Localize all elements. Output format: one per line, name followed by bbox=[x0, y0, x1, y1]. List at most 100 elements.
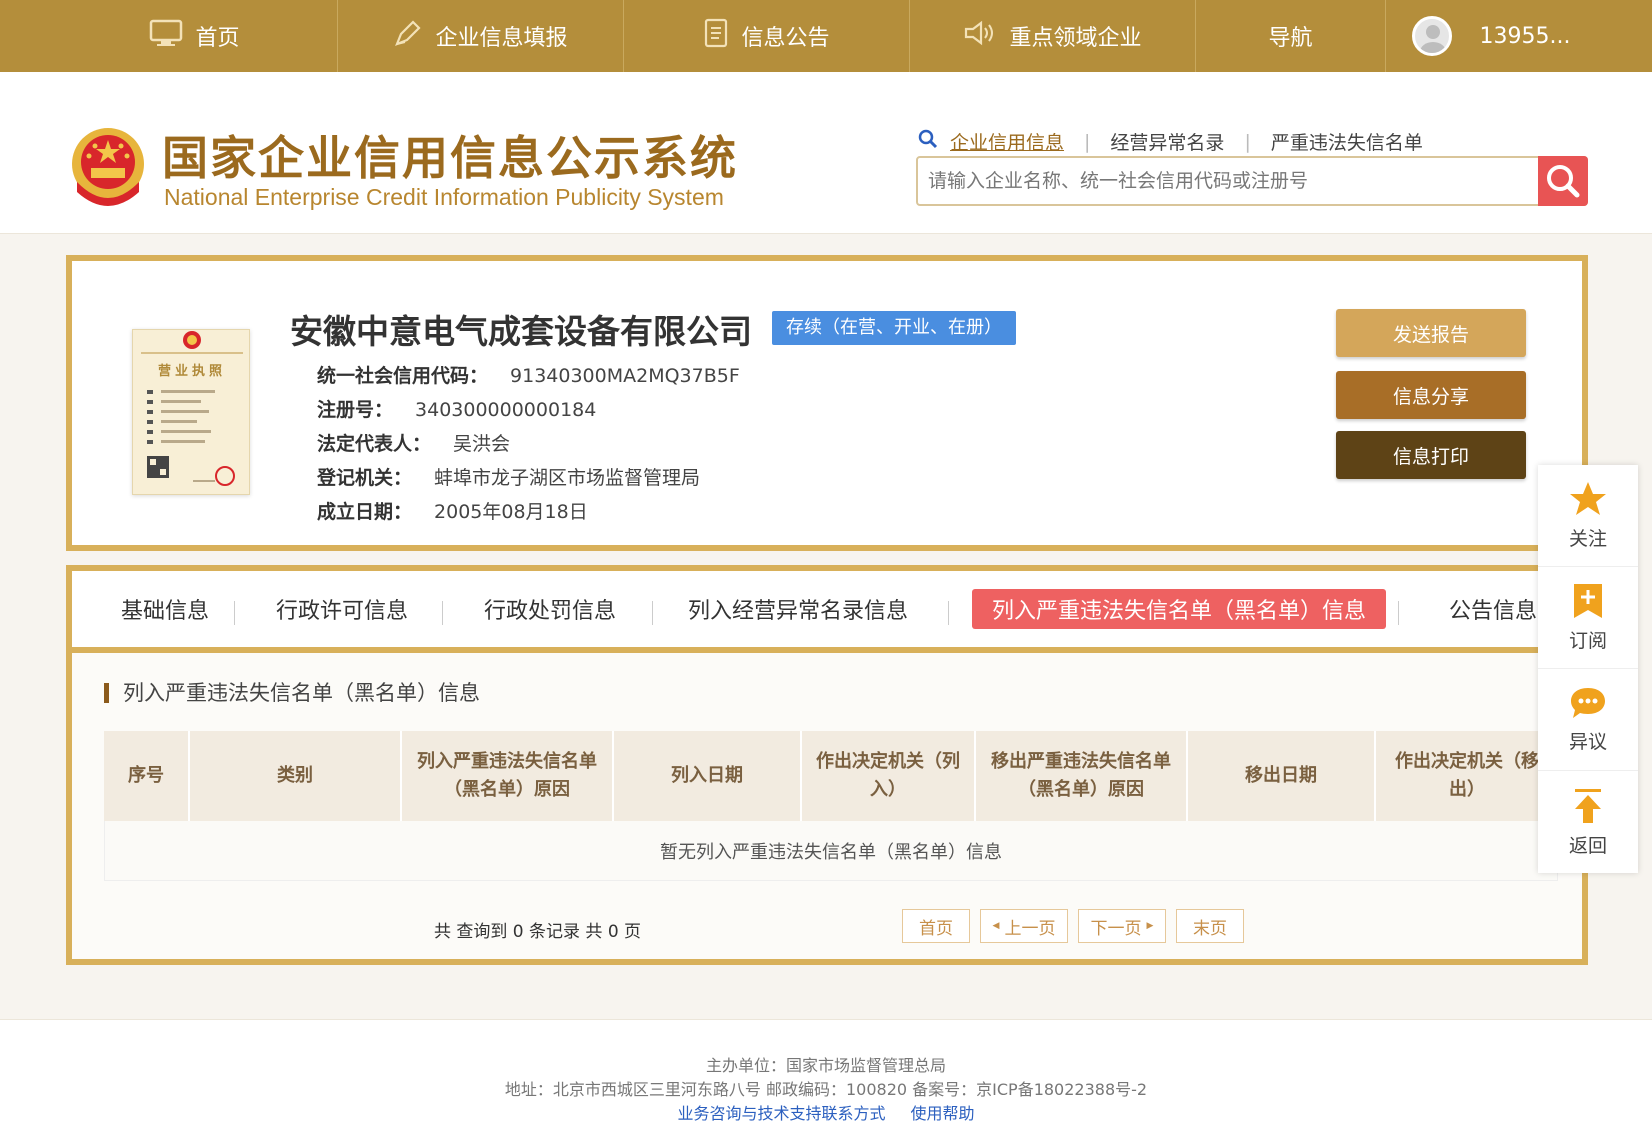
col-header-removal-date: 移出日期 bbox=[1188, 731, 1376, 821]
nav-key-enterprise[interactable]: 重点领域企业 bbox=[910, 0, 1196, 72]
legal-rep-label: 法定代表人： bbox=[317, 433, 432, 455]
search-tab-credit-info[interactable]: 企业信用信息 bbox=[950, 128, 1064, 155]
bookmark-plus-icon bbox=[1574, 584, 1602, 618]
objection-label: 异议 bbox=[1568, 731, 1607, 753]
send-report-button[interactable]: 发送报告 bbox=[1336, 309, 1526, 357]
site-header: 国家企业信用信息公示系统 National Enterprise Credit … bbox=[0, 72, 1652, 234]
page-next-button[interactable]: 下一页 ▶ bbox=[1078, 909, 1166, 943]
page-prev-button[interactable]: ◀ 上一页 bbox=[980, 909, 1068, 943]
speaker-icon bbox=[963, 19, 997, 53]
divider: | bbox=[1084, 130, 1091, 153]
col-header-index: 序号 bbox=[104, 731, 190, 821]
col-header-listing-date: 列入日期 bbox=[614, 731, 802, 821]
status-badge: 存续（在营、开业、在册） bbox=[772, 311, 1016, 345]
tab-admin-penalty[interactable]: 行政处罚信息 bbox=[470, 589, 630, 629]
page-first-button[interactable]: 首页 bbox=[902, 909, 970, 943]
tab-basic-info[interactable]: 基础信息 bbox=[100, 589, 230, 629]
info-row-authority: 登记机关： 蚌埠市龙子湖区市场监督管理局 bbox=[317, 463, 700, 490]
nav-navigation-label: 导航 bbox=[1268, 26, 1313, 51]
caret-right-icon: ▶ bbox=[1146, 921, 1154, 931]
star-icon bbox=[1570, 482, 1606, 515]
authority-label: 登记机关： bbox=[317, 467, 413, 489]
tab-divider bbox=[948, 601, 949, 625]
site-footer: 主办单位：国家市场监督管理总局 地址：北京市西城区三里河东路八号 邮政编码：10… bbox=[0, 1019, 1652, 1147]
national-emblem-icon bbox=[72, 128, 144, 206]
follow-button[interactable]: 关注 bbox=[1538, 465, 1638, 567]
user-account-label: 13955... bbox=[1479, 23, 1571, 49]
tab-blacklist[interactable]: 列入严重违法失信名单（黑名单）信息 bbox=[972, 589, 1386, 629]
subscribe-label: 订阅 bbox=[1568, 630, 1607, 652]
col-header-listing-reason: 列入严重违法失信名单（黑名单）原因 bbox=[402, 731, 614, 821]
founded-value: 2005年08月18日 bbox=[434, 501, 588, 523]
search-box bbox=[916, 156, 1588, 206]
monitor-icon bbox=[149, 19, 183, 53]
nav-home-label: 首页 bbox=[195, 26, 240, 51]
search-icon bbox=[1547, 165, 1580, 198]
info-row-reg-number: 注册号： 340300000000184 bbox=[317, 395, 596, 422]
magnifier-icon bbox=[918, 129, 938, 154]
blacklist-table: 序号 类别 列入严重违法失信名单（黑名单）原因 列入日期 作出决定机关（列入） … bbox=[104, 731, 1558, 881]
nav-home[interactable]: 首页 bbox=[52, 0, 338, 72]
legal-rep-value: 吴洪会 bbox=[453, 433, 511, 455]
page-last-button[interactable]: 末页 bbox=[1176, 909, 1244, 943]
site-title: 国家企业信用信息公示系统 bbox=[162, 131, 738, 185]
tab-divider bbox=[1398, 601, 1399, 625]
col-header-category: 类别 bbox=[190, 731, 402, 821]
record-count-summary: 共 查询到 0 条记录 共 0 页 bbox=[434, 922, 642, 942]
authority-value: 蚌埠市龙子湖区市场监督管理局 bbox=[434, 467, 701, 489]
support-contact-link[interactable]: 业务咨询与技术支持联系方式 bbox=[677, 1104, 885, 1123]
subscribe-button[interactable]: 订阅 bbox=[1538, 567, 1638, 669]
tab-admin-license[interactable]: 行政许可信息 bbox=[262, 589, 422, 629]
nav-navigation[interactable]: 导航 bbox=[1196, 0, 1386, 72]
print-info-button[interactable]: 信息打印 bbox=[1336, 431, 1526, 479]
tab-divider bbox=[652, 601, 653, 625]
search-input[interactable] bbox=[928, 166, 1518, 196]
col-header-removal-authority: 作出决定机关（移出） bbox=[1395, 751, 1539, 800]
back-label: 返回 bbox=[1568, 834, 1607, 857]
tab-bar: 基础信息 行政许可信息 行政处罚信息 列入经营异常名录信息 列入严重违法失信名单… bbox=[72, 571, 1582, 653]
col-header-removal-reason: 移出严重违法失信名单（黑名单）原因 bbox=[976, 731, 1188, 821]
caret-left-icon: ◀ bbox=[992, 921, 1000, 931]
nav-key-enterprise-label: 重点领域企业 bbox=[1009, 26, 1142, 51]
speech-bubble-icon bbox=[1571, 688, 1605, 718]
info-row-legal-rep: 法定代表人： 吴洪会 bbox=[317, 429, 510, 456]
tab-divider bbox=[234, 601, 235, 625]
document-icon bbox=[703, 18, 729, 54]
search-tab-abnormal-list[interactable]: 经营异常名录 bbox=[1110, 128, 1224, 155]
arrow-up-icon bbox=[1575, 788, 1601, 823]
nav-user[interactable]: 13955... bbox=[1386, 0, 1596, 72]
search-button[interactable] bbox=[1538, 156, 1588, 206]
info-tabs-panel: 基础信息 行政许可信息 行政处罚信息 列入经营异常名录信息 列入严重违法失信名单… bbox=[66, 565, 1588, 965]
page-next-label: 下一页 bbox=[1090, 918, 1142, 939]
top-nav: 首页 企业信息填报 信息公告 重点领域企业 导航 13955... bbox=[0, 0, 1652, 72]
page-prev-label: 上一页 bbox=[1004, 918, 1056, 939]
info-row-credit-code: 统一社会信用代码： 91340300MA2MQ37B5F bbox=[317, 361, 740, 388]
reg-number-value: 340300000000184 bbox=[415, 399, 597, 421]
search-tab-blacklist[interactable]: 严重违法失信名单 bbox=[1271, 128, 1423, 155]
company-card: 营业执照 安徽中意电气成套设备有限公司 存续（在营、开业、在册） 统一社会信用代… bbox=[66, 255, 1588, 551]
tab-abnormal-list[interactable]: 列入经营异常名录信息 bbox=[678, 589, 918, 629]
pen-icon bbox=[393, 18, 423, 54]
footer-address: 地址：北京市西城区三里河东路八号 邮政编码：100820 备案号：京ICP备18… bbox=[504, 1080, 1148, 1099]
share-info-button[interactable]: 信息分享 bbox=[1336, 371, 1526, 419]
company-name: 安徽中意电气成套设备有限公司 bbox=[290, 312, 752, 351]
table-header-row: 序号 类别 列入严重违法失信名单（黑名单）原因 列入日期 作出决定机关（列入） … bbox=[104, 731, 1558, 821]
license-title: 营业执照 bbox=[157, 364, 226, 379]
business-license-image[interactable]: 营业执照 bbox=[132, 329, 250, 495]
help-link[interactable]: 使用帮助 bbox=[911, 1104, 975, 1123]
nav-enterprise-report[interactable]: 企业信息填报 bbox=[338, 0, 624, 72]
footer-links: 业务咨询与技术支持联系方式 使用帮助 bbox=[0, 1100, 1652, 1124]
site-subtitle: National Enterprise Credit Information P… bbox=[164, 184, 724, 210]
credit-code-value: 91340300MA2MQ37B5F bbox=[510, 365, 740, 387]
nav-announcement-label: 信息公告 bbox=[741, 26, 830, 51]
back-to-top-button[interactable]: 返回 bbox=[1538, 771, 1638, 873]
nav-announcement[interactable]: 信息公告 bbox=[624, 0, 910, 72]
license-thumbnail bbox=[141, 331, 243, 486]
reg-number-label: 注册号： bbox=[317, 399, 394, 421]
avatar bbox=[1411, 16, 1452, 56]
objection-button[interactable]: 异议 bbox=[1538, 669, 1638, 771]
footer-sponsor: 主办单位：国家市场监督管理总局 bbox=[705, 1056, 946, 1075]
credit-code-label: 统一社会信用代码： bbox=[317, 365, 489, 387]
follow-label: 关注 bbox=[1568, 528, 1607, 550]
section-title: 列入严重违法失信名单（黑名单）信息 bbox=[104, 683, 480, 704]
